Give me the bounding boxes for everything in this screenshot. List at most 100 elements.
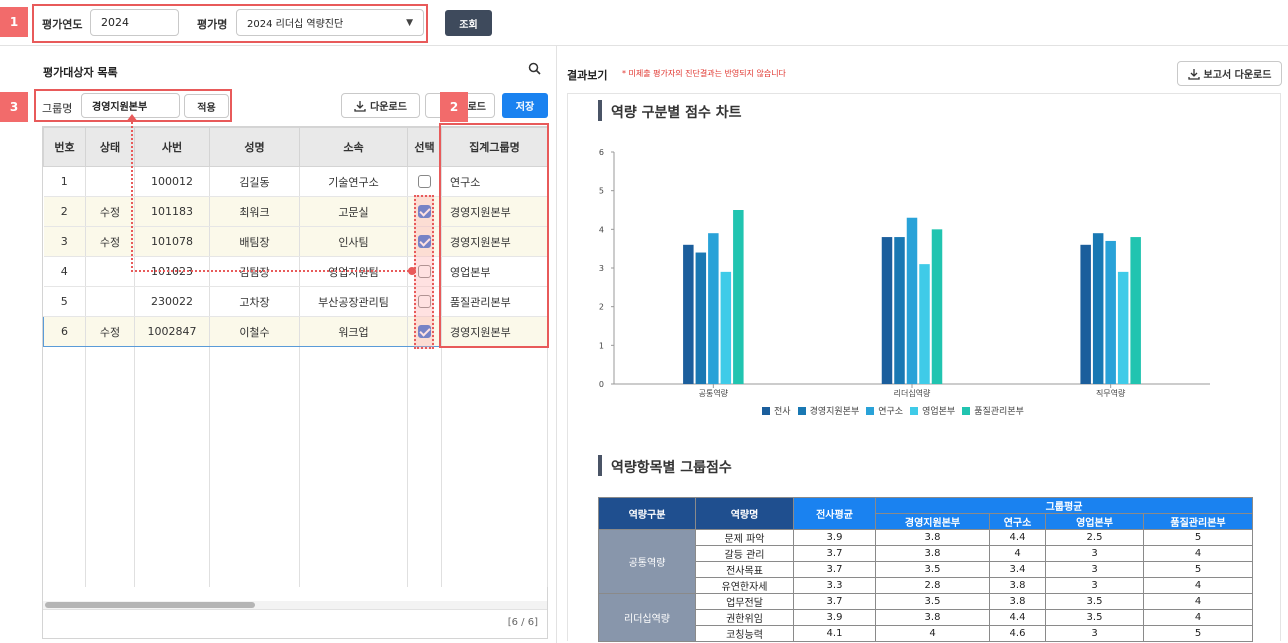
grid-footer (43, 609, 547, 639)
empty-cell (85, 346, 135, 377)
col-header-status[interactable]: 상태 (85, 127, 135, 167)
score-row: 권한위임 3.9 3.8 4.4 3.5 4 (599, 609, 1253, 626)
arrow-up-icon (126, 114, 138, 122)
empty-cell (43, 376, 86, 407)
save-button[interactable]: 저장 (502, 93, 548, 118)
cell-select[interactable] (407, 166, 442, 197)
cell-name: 고차장 (209, 286, 300, 317)
eval-name-select[interactable]: 2024 리더십 역량진단 ▼ (236, 9, 424, 36)
bar-품질관리본부 (1130, 237, 1141, 384)
pager-text: [6 / 6] (507, 617, 538, 628)
cell-name: 이철수 (209, 316, 300, 347)
y-tick-label: 6 (599, 148, 604, 157)
legend-swatch (866, 406, 875, 415)
legend-item[interactable]: 품질관리본부 (962, 404, 1024, 417)
group-score-table: 역량구분 역량명 전사평균 그룹평균 경영지원본부 연구소 영업본부 품질관리본… (598, 497, 1253, 642)
score-item-name: 권한위임 (695, 609, 794, 626)
scrollbar-thumb[interactable] (45, 602, 255, 608)
search-icon[interactable] (528, 62, 542, 79)
cell-dept: 인사팀 (299, 226, 408, 257)
score-group-value: 3 (1045, 577, 1144, 594)
legend-label: 전사 (774, 407, 791, 417)
score-group-value: 2.5 (1045, 529, 1144, 546)
cell-status (85, 166, 135, 197)
download-button-label: 다운로드 (370, 102, 407, 113)
bar-경영지원본부 (695, 252, 707, 384)
legend-label: 연구소 (878, 407, 904, 417)
empty-cell (85, 496, 135, 527)
score-group-value: 4 (1143, 593, 1253, 610)
empty-cell (43, 526, 86, 557)
score-avg: 3.7 (793, 593, 876, 610)
empty-cell (134, 556, 210, 587)
col-header-emp-no[interactable]: 사번 (134, 127, 210, 167)
score-row: 리더십역량 업무전달 3.7 3.5 3.8 3.5 4 (598, 593, 1253, 642)
score-row: 유연한자세 3.3 2.8 3.8 3 4 (599, 577, 1253, 594)
bar-경영지원본부 (1092, 233, 1104, 384)
result-note: * 미제출 평가자의 진단결과는 반영되지 않습니다 (622, 69, 786, 78)
empty-cell (209, 496, 300, 527)
bar-전사 (1080, 244, 1091, 384)
col-header-name[interactable]: 성명 (209, 127, 300, 167)
legend-item[interactable]: 영업본부 (910, 404, 955, 417)
y-tick-label: 1 (599, 341, 604, 350)
score-avg: 3.3 (793, 577, 876, 594)
legend-item[interactable]: 전사 (762, 404, 791, 417)
horizontal-scrollbar[interactable] (43, 601, 547, 609)
group-name-label: 그룹명 (42, 102, 73, 115)
col-header-select[interactable]: 선택 (407, 127, 442, 167)
score-group-value: 5 (1143, 625, 1253, 642)
download-button[interactable]: 다운로드 (341, 93, 420, 118)
cell-dept: 기술연구소 (299, 166, 408, 197)
empty-cell (134, 496, 210, 527)
th-name: 역량명 (695, 497, 794, 530)
empty-cell (299, 436, 408, 467)
cell-no: 3 (43, 226, 86, 257)
score-group-value: 3 (1045, 545, 1144, 562)
chevron-down-icon: ▼ (406, 17, 413, 28)
empty-cell (209, 556, 300, 587)
checkbox-unchecked[interactable] (418, 175, 431, 189)
empty-cell (209, 526, 300, 557)
year-input[interactable]: 2024 (90, 9, 179, 36)
empty-cell (209, 466, 300, 497)
empty-cell (299, 376, 408, 407)
score-group-value: 3.5 (875, 593, 990, 610)
cell-dept: 워크업 (299, 316, 408, 347)
empty-cell (43, 346, 86, 377)
bar-연구소 (708, 233, 719, 384)
bar-영업본부 (720, 271, 732, 384)
result-title: 결과보기 (567, 69, 608, 82)
cell-dept: 부산공장관리팀 (299, 286, 408, 317)
empty-cell (299, 346, 408, 377)
bar-전사 (683, 244, 694, 384)
score-group-value: 3.8 (875, 545, 990, 562)
col-header-no[interactable]: 번호 (43, 127, 86, 167)
apply-button[interactable]: 적용 (184, 94, 229, 118)
score-item-name: 전사목표 (695, 561, 794, 578)
col-header-dept[interactable]: 소속 (299, 127, 408, 167)
empty-cell (407, 466, 442, 497)
empty-cell (209, 376, 300, 407)
score-avg: 3.9 (793, 529, 876, 546)
empty-cell (43, 406, 86, 437)
legend-item[interactable]: 경영지원본부 (797, 404, 859, 417)
score-item-name: 유연한자세 (695, 577, 794, 594)
cell-name: 김길동 (209, 166, 300, 197)
legend-item[interactable]: 연구소 (866, 404, 903, 417)
chart-legend: 전사 경영지원본부 연구소 영업본부 품질관리본부 (762, 404, 1182, 418)
th-avg: 전사평균 (793, 497, 876, 530)
target-list-title: 평가대상자 목록 (43, 66, 118, 79)
score-group-value: 4 (1143, 545, 1253, 562)
score-group-value: 3.5 (1045, 609, 1144, 626)
download-icon (1187, 68, 1200, 80)
y-tick-label: 3 (599, 264, 604, 273)
search-button[interactable]: 조회 (445, 10, 492, 36)
panel-divider (556, 46, 557, 643)
empty-cell (85, 526, 135, 557)
cell-dept: 고문실 (299, 196, 408, 227)
report-download-button[interactable]: 보고서 다운로드 (1177, 61, 1282, 86)
empty-row (43, 496, 548, 527)
x-tick-label: 리더십역량 (894, 388, 931, 398)
empty-row (43, 436, 548, 467)
